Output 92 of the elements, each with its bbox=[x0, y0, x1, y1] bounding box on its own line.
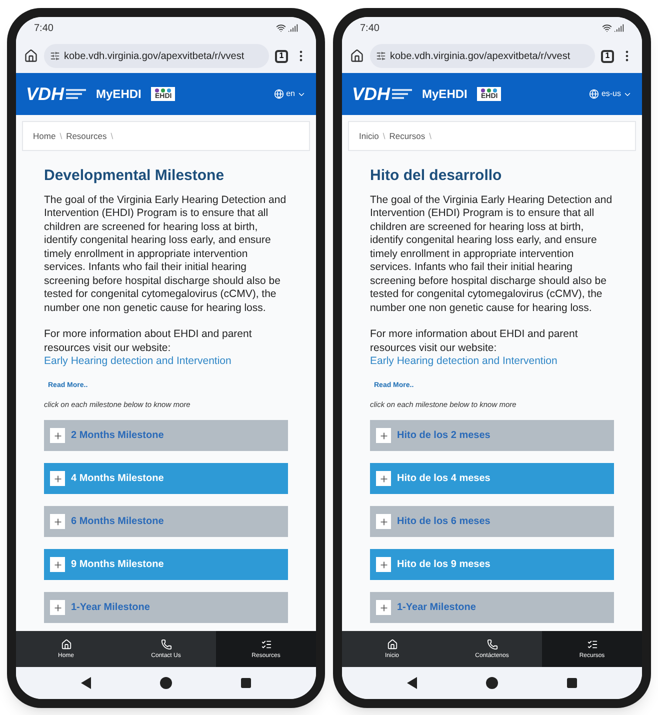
list-icon bbox=[586, 639, 598, 650]
url-text: kobe.vdh.virginia.gov/apexvitbeta/r/vvest bbox=[64, 50, 244, 64]
milestone-label: Hito de los 2 meses bbox=[397, 429, 490, 444]
home-icon bbox=[386, 639, 398, 650]
plus-button[interactable] bbox=[376, 557, 391, 572]
phone-icon bbox=[486, 639, 498, 650]
language-label: en bbox=[286, 88, 295, 100]
plus-button[interactable] bbox=[50, 600, 65, 616]
brand-logo-text: VDH bbox=[26, 85, 64, 103]
recents-icon[interactable] bbox=[567, 678, 578, 688]
site-settings-icon bbox=[50, 51, 60, 61]
milestone-accordion[interactable]: 4 Months Milestone bbox=[44, 463, 288, 494]
plus-icon bbox=[52, 474, 62, 484]
page-title: Developmental Milestone bbox=[44, 166, 226, 186]
plus-icon bbox=[52, 430, 62, 441]
globe-icon bbox=[589, 89, 600, 99]
breadcrumb-separator: \ bbox=[60, 130, 62, 142]
logo-lines-drawing bbox=[66, 88, 86, 100]
plus-button[interactable] bbox=[376, 600, 391, 616]
plus-icon bbox=[378, 602, 388, 613]
plus-button[interactable] bbox=[376, 514, 391, 530]
language-selector[interactable]: es-us bbox=[589, 88, 632, 100]
dots-icon bbox=[154, 88, 172, 93]
tab-count-button[interactable]: 1 bbox=[275, 50, 288, 62]
intro-paragraph: The goal of the Virginia Early Hearing Detection and Intervention (EHDI) Program is to ensure that all children are screened for hearing loss at birth, identify congenital hearing loss early, and ensure timely enrollment in appropriate intervention services. Infants who fail their initial hearing screening before hospital discharge should also be tested for congenital cytomegalovirus (cCMV), the number one non genetic cause for hearing loss. bbox=[44, 194, 288, 315]
milestone-accordion[interactable]: Hito de los 9 meses bbox=[370, 549, 614, 580]
app-name[interactable]: MyEHDI bbox=[422, 85, 468, 103]
logo-lines-drawing bbox=[392, 88, 412, 100]
app-name[interactable]: MyEHDI bbox=[96, 85, 142, 103]
recents-icon[interactable] bbox=[241, 678, 252, 688]
milestone-label: Hito de los 6 meses bbox=[397, 515, 490, 530]
breadcrumb-separator: \ bbox=[110, 130, 114, 142]
language-label: es-us bbox=[601, 88, 621, 100]
plus-icon bbox=[378, 560, 388, 570]
plus-icon bbox=[378, 430, 388, 441]
list-icon bbox=[260, 639, 272, 650]
milestone-label: Hito de los 9 meses bbox=[397, 558, 490, 572]
plus-icon bbox=[52, 602, 62, 613]
breadcrumb-link[interactable]: Resources bbox=[66, 130, 107, 142]
breadcrumb-separator: \ bbox=[382, 130, 386, 142]
breadcrumb-separator: \ bbox=[429, 130, 432, 142]
milestone-label: 1-Year Milestone bbox=[397, 601, 476, 616]
milestone-label: 6 Months Milestone bbox=[71, 515, 164, 530]
back-icon[interactable] bbox=[80, 677, 91, 689]
phone-icon bbox=[160, 639, 172, 650]
milestone-label: 4 Months Milestone bbox=[71, 472, 164, 486]
plus-button[interactable] bbox=[50, 514, 65, 530]
website-link[interactable]: Early Hearing detection and Intervention bbox=[44, 355, 232, 367]
plus-icon bbox=[52, 516, 62, 527]
milestone-label: 1-Year Milestone bbox=[71, 601, 150, 616]
tab-count-button[interactable]: 1 bbox=[601, 50, 614, 62]
site-settings-icon bbox=[376, 51, 386, 61]
plus-button[interactable] bbox=[50, 557, 65, 572]
milestone-label: 2 Months Milestone bbox=[71, 429, 164, 444]
address-bar[interactable]: kobe.vdh.virginia.gov/apexvitbeta/r/vvest bbox=[44, 44, 269, 68]
status-time: 7:40 bbox=[34, 22, 54, 36]
intro-paragraph: The goal of the Virginia Early Hearing Detection and Intervention (EHDI) Program is to ensure that all children are screened for hearing loss at birth, identify congenital hearing loss early, and ensure timely enrollment in appropriate intervention services. Infants who fail their initial hearing screening before hospital discharge should also be tested for congenital cytomegalovirus (cCMV), the number one non genetic cause for hearing loss. bbox=[370, 194, 614, 315]
plus-icon bbox=[52, 560, 62, 570]
milestone-accordion[interactable]: 9 Months Milestone bbox=[44, 549, 288, 580]
plus-button[interactable] bbox=[376, 428, 391, 444]
info-paragraph: For more information about EHDI and parent resources visit our website: Early Hearing detection and Intervention bbox=[44, 328, 253, 368]
wifi-icon bbox=[602, 23, 612, 33]
status-time: 7:40 bbox=[360, 22, 380, 36]
home-icon[interactable] bbox=[24, 49, 38, 63]
wifi-icon bbox=[276, 23, 286, 33]
globe-icon bbox=[274, 89, 284, 99]
plus-icon bbox=[378, 516, 388, 527]
breadcrumb-link[interactable]: Inicio bbox=[359, 130, 379, 142]
plus-button[interactable] bbox=[50, 428, 65, 444]
signal-icon bbox=[288, 23, 298, 33]
plus-button[interactable] bbox=[376, 471, 391, 486]
address-bar[interactable]: kobe.vdh.virginia.gov/apexvitbeta/r/vvest bbox=[370, 44, 595, 68]
info-paragraph: For more information about EHDI and parent resources visit our website: Early Hearing detection and Intervention bbox=[370, 328, 579, 368]
url-text: kobe.vdh.virginia.gov/apexvitbeta/r/vvest bbox=[390, 50, 570, 64]
plus-icon bbox=[378, 474, 388, 484]
home-circle-icon[interactable] bbox=[486, 677, 498, 689]
website-link[interactable]: Early Hearing detection and Intervention bbox=[370, 355, 558, 367]
back-icon[interactable] bbox=[406, 677, 417, 689]
milestone-label: 9 Months Milestone bbox=[71, 558, 164, 572]
home-icon bbox=[60, 639, 72, 650]
home-icon[interactable] bbox=[350, 49, 364, 63]
page-title: Hito del desarrollo bbox=[370, 166, 503, 186]
breadcrumb-link[interactable]: Recursos bbox=[389, 130, 426, 142]
home-circle-icon[interactable] bbox=[160, 677, 172, 689]
milestone-label: Hito de los 4 meses bbox=[397, 472, 490, 486]
signal-icon bbox=[614, 23, 624, 33]
plus-button[interactable] bbox=[50, 471, 65, 486]
dots-icon bbox=[480, 88, 498, 93]
milestone-accordion[interactable]: Hito de los 4 meses bbox=[370, 463, 614, 494]
language-selector[interactable]: en bbox=[274, 88, 306, 100]
brand-logo-text: VDH bbox=[352, 85, 390, 103]
breadcrumb-link[interactable]: Home bbox=[33, 130, 56, 142]
